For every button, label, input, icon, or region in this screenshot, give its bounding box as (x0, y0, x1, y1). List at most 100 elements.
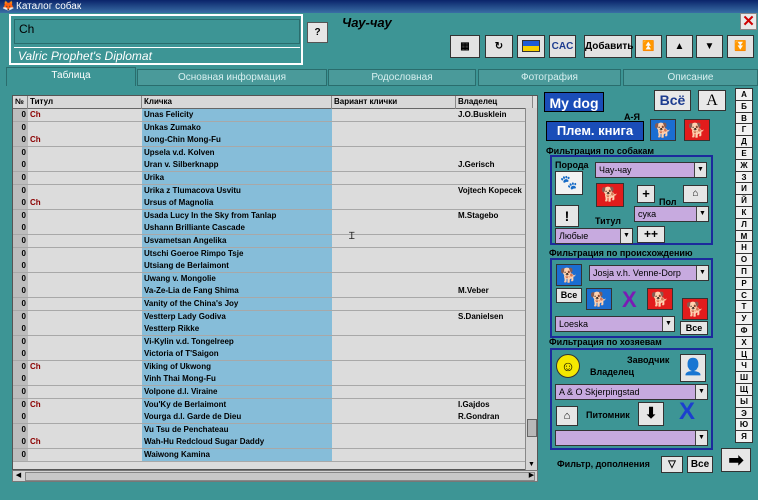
my-dog-button[interactable]: My dog (544, 92, 604, 112)
female-dog-icon[interactable]: 🐕 (684, 119, 710, 141)
col-name[interactable]: Кличка (142, 96, 332, 109)
table-row[interactable]: 0 Vanity of the China's Joy (13, 297, 533, 311)
table-row[interactable]: 0 Urika (13, 171, 533, 185)
dog-code-field[interactable]: Ch (14, 19, 300, 44)
alphabet-letter[interactable]: Я (735, 430, 753, 443)
last-record-button[interactable]: ⏬ (727, 35, 754, 58)
col-owner[interactable]: Владелец (456, 96, 533, 109)
table-row[interactable]: 0 Vestterp Lady Godiva S.Danielsen (13, 310, 533, 324)
table-row[interactable]: 0 Victoria of T'Saigon (13, 348, 533, 361)
row-number: 0 (13, 449, 28, 462)
next-record-button[interactable]: ▼ (696, 35, 723, 58)
table-row[interactable]: 0 Vinh Thai Mong-Fu (13, 373, 533, 387)
table-row[interactable]: 0 Uwang v. Mongolie (13, 272, 533, 286)
table-vertical-scrollbar[interactable]: ▼ (525, 108, 537, 470)
table-row[interactable]: 0 Uran v. Silberknapp J.Gerisch (13, 159, 533, 172)
vertical-scroll-thumb[interactable] (527, 419, 537, 437)
table-row[interactable]: 0 Vu Tsu de Penchateau (13, 423, 533, 437)
scroll-down-icon[interactable]: ▼ (526, 460, 537, 470)
tab-table[interactable]: Таблица (6, 67, 136, 86)
kennel-select[interactable]: ▼ (555, 430, 708, 446)
row-title (28, 386, 142, 399)
table-row[interactable]: 0 Vi-Kylin v.d. Tongelreep (13, 335, 533, 349)
grandsire-icon[interactable]: 🐕 (586, 288, 612, 310)
cac-button[interactable]: CAC (549, 35, 576, 58)
plus-button[interactable]: + (637, 185, 655, 203)
clear-owner-icon[interactable]: X (679, 398, 695, 426)
table-view-button[interactable]: ▦ (450, 35, 480, 58)
table-row[interactable]: 0 Ch Vou'Ky de Berlaimont I.Gajdos (13, 398, 533, 412)
filter-button[interactable]: ▽ (661, 456, 683, 473)
row-title: Ch (28, 398, 142, 411)
table-row[interactable]: 0 Usada Lucy In the Sky from Tanlap M.Stag… (13, 209, 533, 223)
close-button[interactable]: ✕ (740, 13, 757, 30)
refresh-button[interactable]: ↻ (485, 35, 513, 58)
table-row[interactable]: 0 Vourga d.l. Garde de Dieu R.Gondran (13, 411, 533, 424)
table-row[interactable]: 0 Utsiang de Berlaimont (13, 260, 533, 273)
down-arrow-button[interactable]: ⬇ (638, 402, 664, 426)
table-row[interactable]: 0 Unkas Zumako (13, 121, 533, 135)
sex-select[interactable]: сука ▼ (634, 206, 709, 222)
plus-plus-button[interactable]: ++ (637, 226, 665, 243)
font-button[interactable]: A (698, 90, 726, 111)
row-number: 0 (13, 398, 28, 411)
col-name-variant[interactable]: Вариант клички (332, 96, 456, 109)
row-name: Victoria of T'Saigon (142, 348, 332, 361)
table-horizontal-scrollbar[interactable]: ◀ ▶ (12, 470, 538, 482)
table-row[interactable]: 0 Volpone d.l. Viraine (13, 386, 533, 399)
title-select[interactable]: Любые ▼ (555, 228, 633, 244)
kennel-button[interactable]: ⌂ (556, 406, 578, 426)
row-title (28, 146, 142, 159)
filter-extra-label: Фильтр, дополнения (557, 459, 650, 469)
breed-photo-icon[interactable]: 🐾 (555, 171, 583, 195)
row-name: Wah-Hu Redcloud Sugar Daddy (142, 436, 332, 449)
table-row[interactable]: 0 Ch Ursus of Magnolia (13, 197, 533, 210)
sex-toggle-button[interactable]: ⌂ (683, 185, 708, 203)
all-sire-button[interactable]: Все (556, 288, 582, 303)
horizontal-scroll-thumb[interactable] (25, 472, 535, 481)
granddam-icon[interactable]: 🐕 (647, 288, 673, 310)
tab-pedigree[interactable]: Родословная (328, 69, 476, 86)
table-row[interactable]: 0 Ch Uong-Chin Mong-Fu (13, 134, 533, 147)
scroll-left-icon[interactable]: ◀ (13, 471, 24, 481)
table-row[interactable]: 0 Va-Ze-Lia de Fang Shima M.Veber (13, 285, 533, 298)
pedigree-book-button[interactable]: Плем. книга (546, 121, 644, 141)
next-button[interactable]: ➡ (721, 448, 751, 472)
sire-icon[interactable]: 🐕 (556, 264, 582, 286)
dam-select[interactable]: Loeska ▼ (555, 316, 675, 332)
person-icon[interactable]: 👤 (680, 354, 706, 382)
table-row[interactable]: 0 Usvametsan Angelika (13, 234, 533, 248)
row-name: Viking of Ukwong (142, 360, 332, 373)
smiley-icon[interactable]: ☺ (556, 354, 580, 378)
col-number[interactable]: № (13, 96, 28, 109)
col-title[interactable]: Титул (28, 96, 142, 109)
exclamation-button[interactable]: ! (555, 205, 579, 227)
tab-description[interactable]: Описание (623, 69, 758, 86)
table-row[interactable]: 0 Ch Unas Felicity J.O.Busklein (13, 109, 533, 122)
help-button[interactable]: ? (307, 22, 328, 43)
table-row[interactable]: 0 Ch Viking of Ukwong (13, 360, 533, 374)
breed-select[interactable]: Чау-чау ▼ (595, 162, 707, 178)
table-row[interactable]: 0 Upsela v.d. Kolven (13, 146, 533, 160)
tab-photo[interactable]: Фотография (478, 69, 621, 86)
dam-icon[interactable]: 🐕 (682, 298, 708, 320)
table-row[interactable]: 0 Waiwong Kamina (13, 449, 533, 462)
male-dog-icon[interactable]: 🐕 (650, 119, 676, 141)
all-dam-button[interactable]: Все (680, 321, 708, 335)
table-row[interactable]: 0 Vestterp Rikke (13, 323, 533, 336)
sex-female-icon[interactable]: 🐕 (596, 183, 624, 207)
add-button[interactable]: Добавить (584, 35, 633, 58)
table-row[interactable]: 0 Ch Wah-Hu Redcloud Sugar Daddy (13, 436, 533, 450)
first-record-button[interactable]: ⏫ (635, 35, 662, 58)
cross-icon[interactable]: X (622, 287, 637, 313)
sire-select[interactable]: Josja v.h. Venne-Dorp ▼ (589, 265, 709, 281)
all-button[interactable]: Всё (654, 90, 691, 111)
table-row[interactable]: 0 Ushann Brilliante Cascade (13, 222, 533, 235)
tab-main-info[interactable]: Основная информация (137, 69, 327, 86)
table-row[interactable]: 0 Utschi Goeroe Rimpo Tsje (13, 247, 533, 261)
filter-all-button[interactable]: Все (687, 456, 713, 473)
prev-record-button[interactable]: ▲ (666, 35, 693, 58)
table-row[interactable]: 0 Urika z Tlumacova Usvitu Vojtech Kopecek (13, 184, 533, 198)
language-button[interactable] (517, 35, 545, 58)
scroll-right-icon[interactable]: ▶ (526, 471, 537, 481)
